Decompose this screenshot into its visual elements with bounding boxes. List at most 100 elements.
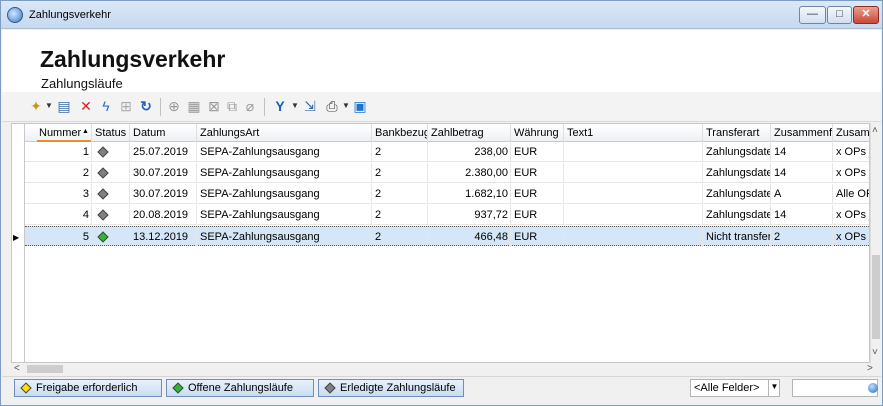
page-subtitle: Zahlungsläufe: [41, 76, 123, 91]
green-diamond-icon: [172, 382, 184, 394]
document-icon[interactable]: ▤: [56, 98, 72, 114]
table-row[interactable]: 2 30.07.2019 SEPA-Zahlungsausgang 2 2.38…: [25, 163, 869, 183]
toolbar: ✦ ▼ ▤ ✕ ϟ ⊞ ↻ ⊕ ▦ ⊠ ⧉ ⌀ Y ▼ ⇲ ⎙ ▼ ▣: [2, 92, 881, 122]
grey-diamond-icon: [324, 382, 336, 394]
status-cell: [92, 184, 130, 204]
cell-zahlbetrag: 937,72: [428, 205, 511, 225]
column-header-status[interactable]: Status: [92, 124, 130, 142]
legend-erledigte-label: Erledigte Zahlungsläufe: [340, 382, 456, 394]
main-window: Zahlungsverkehr — □ ✕ Zahlungsverkehr Za…: [0, 0, 883, 406]
column-header-zahlungsart[interactable]: ZahlungsArt: [197, 124, 372, 142]
cell-bankbezug: 2: [372, 163, 428, 183]
column-header-waehrung[interactable]: Währung: [511, 124, 564, 142]
cell-zusammenfassung: 14: [771, 163, 833, 183]
print-icon[interactable]: ⎙: [324, 98, 340, 114]
maximize-button[interactable]: □: [827, 6, 852, 24]
table-row[interactable]: 4 20.08.2019 SEPA-Zahlungsausgang 2 937,…: [25, 205, 869, 225]
cell-zahlbetrag: 2.380,00: [428, 163, 511, 183]
cell-transferart: Nicht transfer: [703, 227, 771, 247]
yellow-diamond-icon: [20, 382, 32, 394]
cell-waehrung: EUR: [511, 205, 564, 225]
cell-zusammenfassung: A: [771, 184, 833, 204]
cell-zusammenfassung: 14: [771, 205, 833, 225]
grid-icon[interactable]: ⊞: [118, 98, 134, 114]
save-icon[interactable]: ▣: [352, 98, 368, 114]
status-cell: [92, 227, 130, 247]
column-header-zahlbetrag[interactable]: Zahlbetrag: [428, 124, 511, 142]
horizontal-scroll-thumb[interactable]: [27, 365, 63, 373]
edit-record-icon[interactable]: ▦: [186, 98, 202, 114]
cell-text1: [564, 227, 703, 247]
toolbar-separator: [160, 98, 161, 116]
column-header-zusammenfassung-2[interactable]: Zusamr: [833, 124, 869, 142]
cell-datum: 30.07.2019: [130, 184, 197, 204]
eraser-icon[interactable]: ⌀: [242, 98, 258, 114]
vertical-scroll-thumb[interactable]: [872, 255, 880, 339]
column-header-datum[interactable]: Datum: [130, 124, 197, 142]
cell-text1: [564, 163, 703, 183]
scroll-up-icon[interactable]: ˄: [872, 125, 878, 137]
column-header-transferart[interactable]: Transferart: [703, 124, 771, 142]
sort-ascending-icon: ▲: [82, 128, 89, 135]
status-diamond-icon: [97, 209, 109, 221]
copy-record-icon[interactable]: ⧉: [224, 98, 240, 114]
chevron-down-icon[interactable]: ▼: [768, 379, 780, 397]
window-title: Zahlungsverkehr: [29, 9, 111, 21]
page-header: Zahlungsverkehr Zahlungsläufe: [2, 30, 881, 92]
cell-datum: 30.07.2019: [130, 163, 197, 183]
cell-text1: [564, 184, 703, 204]
cell-zahlungsart: SEPA-Zahlungsausgang: [197, 184, 372, 204]
delete-icon[interactable]: ✕: [78, 98, 94, 114]
cell-transferart: Zahlungsdate: [703, 142, 771, 162]
filter-icon[interactable]: Y: [272, 98, 288, 114]
legend-offene-button[interactable]: Offene Zahlungsläufe: [166, 379, 314, 397]
status-bar: Freigabe erforderlich Offene Zahlungsläu…: [2, 376, 881, 398]
legend-freigabe-label: Freigabe erforderlich: [36, 382, 138, 394]
cell-datum: 25.07.2019: [130, 142, 197, 162]
lightning-icon[interactable]: ϟ: [98, 98, 114, 114]
current-row-pointer-icon: ▶: [13, 233, 20, 242]
chevron-down-icon[interactable]: ▼: [45, 98, 53, 114]
column-header-zusammenfassung[interactable]: Zusammenfa: [771, 124, 833, 142]
cell-datum: 20.08.2019: [130, 205, 197, 225]
column-header-text1[interactable]: Text1: [564, 124, 703, 142]
chevron-down-icon[interactable]: ▼: [291, 98, 299, 114]
cell-zusammenfassung-2: x OPs je: [833, 227, 869, 247]
scroll-down-icon[interactable]: ˅: [872, 347, 878, 359]
table-row[interactable]: 1 25.07.2019 SEPA-Zahlungsausgang 2 238,…: [25, 142, 869, 162]
page-title: Zahlungsverkehr: [40, 46, 226, 72]
cell-zusammenfassung: 14: [771, 142, 833, 162]
table-row-selected[interactable]: 5 13.12.2019 SEPA-Zahlungsausgang 2 466,…: [25, 226, 869, 247]
cell-waehrung: EUR: [511, 142, 564, 162]
cell-zusammenfassung-2: x OPs je: [833, 163, 869, 183]
wand-icon[interactable]: ✦: [28, 98, 44, 114]
status-diamond-icon: [97, 188, 109, 200]
scroll-left-icon[interactable]: <: [14, 363, 20, 375]
cell-zusammenfassung: 2: [771, 227, 833, 247]
search-input[interactable]: [792, 379, 878, 397]
cell-zahlbetrag: 466,48: [428, 227, 511, 247]
title-bar[interactable]: Zahlungsverkehr — □ ✕: [1, 1, 882, 29]
close-button[interactable]: ✕: [853, 6, 879, 24]
search-globe-icon[interactable]: [868, 383, 878, 393]
vertical-scrollbar[interactable]: ˄ ˅: [870, 123, 881, 363]
data-grid[interactable]: Nummer ▲ Status Datum ZahlungsArt Bankbe…: [24, 123, 870, 363]
scroll-right-icon[interactable]: >: [867, 363, 873, 375]
cell-zusammenfassung-2: Alle OP: [833, 184, 869, 204]
table-row[interactable]: 3 30.07.2019 SEPA-Zahlungsausgang 2 1.68…: [25, 184, 869, 204]
status-cell: [92, 142, 130, 162]
add-record-icon[interactable]: ⊕: [166, 98, 182, 114]
legend-erledigte-button[interactable]: Erledigte Zahlungsläufe: [318, 379, 464, 397]
legend-offene-label: Offene Zahlungsläufe: [188, 382, 293, 394]
chevron-down-icon[interactable]: ▼: [342, 98, 350, 114]
column-header-bankbezug[interactable]: Bankbezug: [372, 124, 428, 142]
cell-nummer: 1: [25, 142, 92, 162]
delete-record-icon[interactable]: ⊠: [206, 98, 222, 114]
export-icon[interactable]: ⇲: [302, 98, 318, 114]
legend-freigabe-button[interactable]: Freigabe erforderlich: [14, 379, 162, 397]
cell-transferart: Zahlungsdate: [703, 163, 771, 183]
refresh-icon[interactable]: ↻: [138, 98, 154, 114]
minimize-button[interactable]: —: [799, 6, 826, 24]
horizontal-scrollbar[interactable]: < >: [11, 363, 881, 375]
field-filter-select[interactable]: <Alle Felder>: [690, 379, 780, 397]
